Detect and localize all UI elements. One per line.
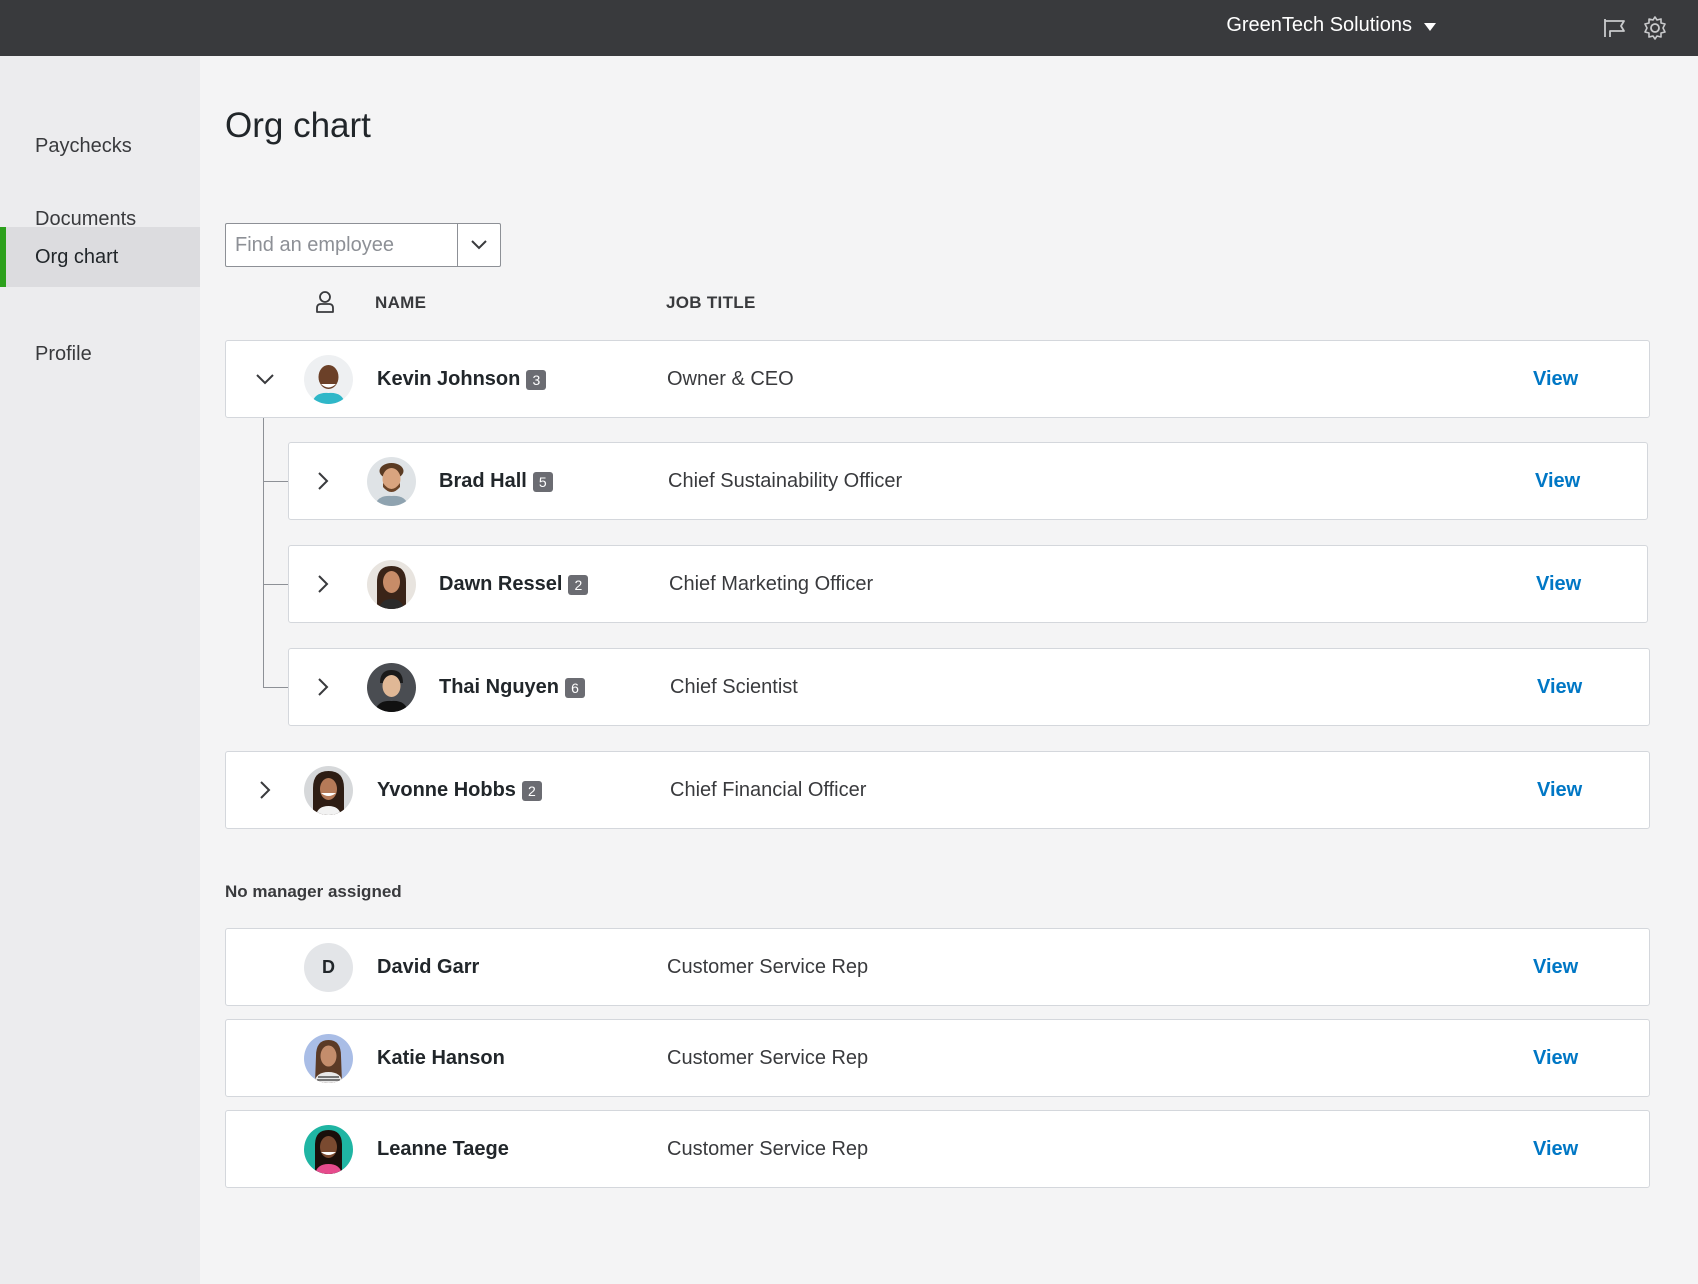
employee-name-text: Kevin Johnson — [377, 368, 521, 390]
sidebar-item-paychecks[interactable]: Paychecks — [0, 116, 200, 176]
job-title: Owner & CEO — [667, 368, 794, 390]
no-manager-heading: No manager assigned — [225, 882, 402, 901]
chevron-right-icon[interactable] — [311, 675, 335, 699]
sidebar: Paychecks Documents Org chart Profile — [0, 56, 200, 1284]
job-title: Chief Sustainability Officer — [668, 470, 903, 492]
employee-name-text: Brad Hall — [439, 470, 527, 492]
employee-name-text: Thai Nguyen — [439, 676, 560, 698]
report-count-badge: 6 — [565, 677, 586, 698]
column-header-job-title[interactable]: JOB TITLE — [666, 293, 756, 313]
employee-row: Kevin Johnson 3 Owner & CEO View — [225, 340, 1650, 418]
employee-name[interactable]: Brad Hall 5 — [439, 470, 553, 493]
company-switcher[interactable]: GreenTech Solutions — [1226, 14, 1436, 37]
job-title: Customer Service Rep — [667, 1138, 869, 1160]
gear-icon[interactable] — [1640, 13, 1670, 43]
employee-name[interactable]: Thai Nguyen 6 — [439, 676, 586, 699]
page-title: Org chart — [225, 106, 371, 145]
avatar — [304, 766, 353, 815]
employee-row: Dawn Ressel 2 Chief Marketing Officer Vi… — [288, 545, 1648, 623]
employee-name[interactable]: Leanne Taege — [377, 1138, 509, 1161]
report-count-badge: 5 — [532, 471, 553, 492]
job-title: Chief Marketing Officer — [669, 573, 874, 595]
chevron-right-icon[interactable] — [253, 778, 277, 802]
avatar — [367, 560, 416, 609]
employee-row: Thai Nguyen 6 Chief Scientist View — [288, 648, 1650, 726]
employee-name-text: Yvonne Hobbs — [377, 779, 516, 801]
company-name: GreenTech Solutions — [1226, 14, 1412, 36]
view-link[interactable]: View — [1537, 676, 1582, 699]
tree-connector — [263, 418, 264, 688]
report-count-badge: 2 — [568, 574, 589, 595]
report-count-badge: 3 — [526, 369, 547, 390]
employee-row: Leanne Taege Customer Service Rep View — [225, 1110, 1650, 1188]
avatar: D — [304, 943, 353, 992]
chevron-down-icon — [471, 240, 487, 250]
column-header-name[interactable]: NAME — [375, 293, 426, 313]
view-link[interactable]: View — [1535, 470, 1580, 493]
employee-search — [225, 223, 501, 267]
view-link[interactable]: View — [1533, 368, 1578, 391]
view-link[interactable]: View — [1533, 1138, 1578, 1161]
view-link[interactable]: View — [1533, 956, 1578, 979]
employee-row: D David Garr Customer Service Rep View — [225, 928, 1650, 1006]
person-icon — [316, 291, 334, 313]
employee-row: Katie Hanson Customer Service Rep View — [225, 1019, 1650, 1097]
employee-name[interactable]: Dawn Ressel 2 — [439, 573, 589, 596]
sidebar-item-profile[interactable]: Profile — [0, 324, 200, 384]
view-link[interactable]: View — [1536, 573, 1581, 596]
sidebar-item-label: Org chart — [35, 245, 119, 268]
job-title: Customer Service Rep — [667, 956, 869, 978]
job-title: Chief Financial Officer — [670, 779, 867, 801]
employee-name[interactable]: David Garr — [377, 956, 479, 979]
tree-connector — [263, 481, 288, 482]
employee-name[interactable]: Yvonne Hobbs 2 — [377, 779, 542, 802]
view-link[interactable]: View — [1537, 779, 1582, 802]
sidebar-item-org-chart[interactable]: Org chart — [0, 227, 200, 287]
view-link[interactable]: View — [1533, 1047, 1578, 1070]
avatar — [304, 1125, 353, 1174]
employee-name[interactable]: Kevin Johnson 3 — [377, 368, 547, 391]
chevron-right-icon[interactable] — [311, 572, 335, 596]
employee-row: Brad Hall 5 Chief Sustainability Officer… — [288, 442, 1648, 520]
tree-connector — [263, 687, 288, 688]
search-dropdown-button[interactable] — [457, 224, 500, 266]
employee-row: Yvonne Hobbs 2 Chief Financial Officer V… — [225, 751, 1650, 829]
caret-down-icon — [1424, 23, 1436, 31]
chevron-right-icon[interactable] — [311, 469, 335, 493]
sidebar-item-label: Profile — [35, 342, 92, 365]
employee-name[interactable]: Katie Hanson — [377, 1047, 505, 1070]
sidebar-item-label: Paychecks — [35, 134, 132, 157]
tree-connector — [263, 584, 288, 585]
job-title: Chief Scientist — [670, 676, 798, 698]
employee-name-text: Dawn Ressel — [439, 573, 563, 595]
avatar — [304, 1034, 353, 1083]
search-input[interactable] — [226, 224, 457, 266]
job-title: Customer Service Rep — [667, 1047, 869, 1069]
top-bar: GreenTech Solutions — [0, 0, 1698, 56]
chevron-down-icon[interactable] — [253, 367, 277, 391]
avatar — [304, 355, 353, 404]
report-count-badge: 2 — [521, 780, 542, 801]
avatar — [367, 663, 416, 712]
avatar — [367, 457, 416, 506]
megaphone-icon[interactable] — [1600, 13, 1630, 43]
